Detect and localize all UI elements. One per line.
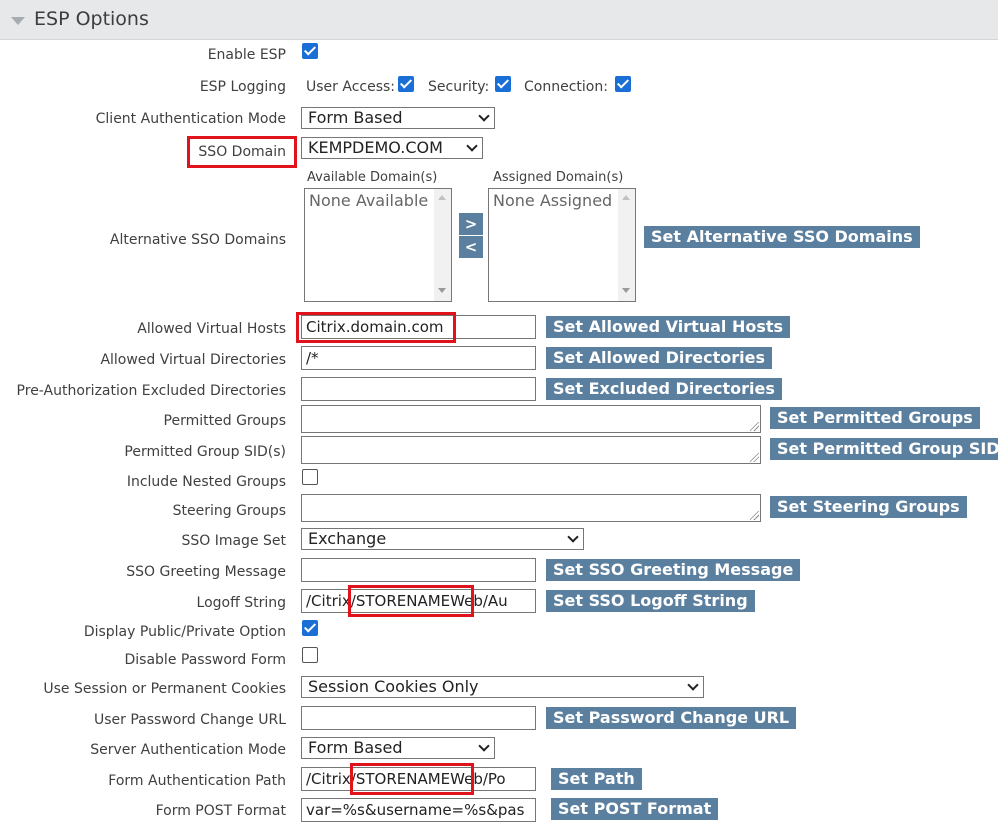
allowed-virtual-hosts-label: Allowed Virtual Hosts xyxy=(137,321,286,337)
sso-domain-value: KEMPDEMO.COM xyxy=(308,138,443,157)
sso-domain-select[interactable]: KEMPDEMO.COM xyxy=(301,137,483,159)
move-right-button[interactable]: > xyxy=(459,213,483,235)
set-path-button[interactable]: Set Path xyxy=(551,768,642,790)
assigned-domains-header: Assigned Domain(s) xyxy=(493,170,624,185)
alt-sso-domains-label: Alternative SSO Domains xyxy=(109,232,286,248)
assigned-domains-scrollbar[interactable] xyxy=(618,189,635,301)
set-permitted-groups-button[interactable]: Set Permitted Groups xyxy=(770,407,980,429)
set-sso-logoff-string-button[interactable]: Set SSO Logoff String xyxy=(546,590,755,612)
preauth-excluded-dirs-input[interactable] xyxy=(301,377,536,401)
set-password-change-url-button[interactable]: Set Password Change URL xyxy=(546,707,797,729)
connection-checkbox[interactable] xyxy=(615,76,631,92)
security-label: Security: xyxy=(428,79,490,95)
set-permitted-group-sids-button[interactable]: Set Permitted Group SIDs xyxy=(770,438,998,460)
esp-options-header[interactable]: ESP Options xyxy=(0,0,998,40)
user-access-label: User Access: xyxy=(306,79,396,95)
virtual-hosts-highlight-box xyxy=(296,312,456,343)
client-auth-mode-select[interactable]: Form Based xyxy=(301,107,495,129)
disable-password-form-label: Disable Password Form xyxy=(124,652,287,668)
scroll-down-icon[interactable] xyxy=(622,288,630,293)
permitted-groups-textarea[interactable] xyxy=(301,405,761,433)
esp-logging-label: ESP Logging xyxy=(199,79,286,95)
steering-groups-textarea[interactable] xyxy=(301,494,761,522)
logoff-storename-highlight-box xyxy=(348,585,474,617)
section-title: ESP Options xyxy=(34,8,149,30)
set-post-format-button[interactable]: Set POST Format xyxy=(551,798,719,820)
client-auth-mode-value: Form Based xyxy=(308,108,403,127)
enable-esp-label: Enable ESP xyxy=(207,47,286,63)
disable-password-form-checkbox[interactable] xyxy=(302,647,318,663)
move-left-button[interactable]: < xyxy=(459,236,483,258)
sso-image-set-value: Exchange xyxy=(308,529,387,548)
user-password-change-url-input[interactable] xyxy=(301,706,536,730)
scroll-down-icon[interactable] xyxy=(438,288,446,293)
available-domains-header: Available Domain(s) xyxy=(307,170,438,185)
resize-grip-icon[interactable] xyxy=(750,453,759,462)
permitted-group-sids-textarea[interactable] xyxy=(301,436,761,464)
sso-domain-highlight-box xyxy=(187,136,297,168)
permitted-groups-label: Permitted Groups xyxy=(163,413,286,429)
user-password-change-url-label: User Password Change URL xyxy=(93,712,286,728)
include-nested-groups-checkbox[interactable] xyxy=(302,469,318,485)
include-nested-groups-label: Include Nested Groups xyxy=(126,474,286,490)
cookies-value: Session Cookies Only xyxy=(308,677,479,696)
chevron-down-icon xyxy=(478,740,490,752)
chevron-down-icon xyxy=(687,679,699,691)
display-public-private-checkbox[interactable] xyxy=(302,620,318,636)
set-allowed-virtual-hosts-button[interactable]: Set Allowed Virtual Hosts xyxy=(546,316,791,338)
connection-label: Connection: xyxy=(524,79,608,95)
client-auth-mode-label: Client Authentication Mode xyxy=(95,111,286,127)
sso-greeting-message-input[interactable] xyxy=(301,558,536,582)
set-steering-groups-button[interactable]: Set Steering Groups xyxy=(770,496,967,518)
set-allowed-directories-button[interactable]: Set Allowed Directories xyxy=(546,347,772,369)
allowed-virtual-directories-label: Allowed Virtual Directories xyxy=(100,352,286,368)
set-sso-greeting-message-button[interactable]: Set SSO Greeting Message xyxy=(546,559,801,581)
server-auth-mode-value: Form Based xyxy=(308,738,403,757)
form-path-storename-highlight-box xyxy=(350,763,474,795)
security-checkbox[interactable] xyxy=(495,76,511,92)
set-excluded-directories-button[interactable]: Set Excluded Directories xyxy=(546,378,782,400)
cookies-select[interactable]: Session Cookies Only xyxy=(301,676,704,698)
chevron-down-icon xyxy=(478,110,490,122)
form-post-format-label: Form POST Format xyxy=(155,803,286,819)
sso-image-set-select[interactable]: Exchange xyxy=(301,528,584,550)
allowed-virtual-directories-input[interactable]: /* xyxy=(301,346,536,370)
logoff-string-label: Logoff String xyxy=(196,595,286,611)
list-item[interactable]: None Assigned xyxy=(493,191,612,210)
set-alt-sso-domains-button[interactable]: Set Alternative SSO Domains xyxy=(644,226,920,248)
chevron-down-icon xyxy=(466,140,478,152)
available-domains-list[interactable]: None Available xyxy=(304,188,452,302)
cookies-label: Use Session or Permanent Cookies xyxy=(43,681,286,697)
sso-image-set-label: SSO Image Set xyxy=(181,533,286,549)
scroll-up-icon[interactable] xyxy=(438,195,446,200)
server-auth-mode-select[interactable]: Form Based xyxy=(301,737,495,759)
sso-greeting-message-label: SSO Greeting Message xyxy=(126,564,286,580)
preauth-excluded-dirs-label: Pre-Authorization Excluded Directories xyxy=(16,383,286,399)
steering-groups-label: Steering Groups xyxy=(172,503,286,519)
server-auth-mode-label: Server Authentication Mode xyxy=(90,742,286,758)
collapse-triangle-icon[interactable] xyxy=(11,17,25,25)
chevron-down-icon xyxy=(567,531,579,543)
enable-esp-checkbox[interactable] xyxy=(302,43,318,59)
available-domains-scrollbar[interactable] xyxy=(434,189,451,301)
form-post-format-input[interactable]: var=%s&username=%s&pas xyxy=(301,798,536,822)
resize-grip-icon[interactable] xyxy=(750,511,759,520)
list-item[interactable]: None Available xyxy=(309,191,428,210)
display-public-private-label: Display Public/Private Option xyxy=(83,624,286,640)
user-access-checkbox[interactable] xyxy=(398,76,414,92)
form-auth-path-label: Form Authentication Path xyxy=(108,773,286,789)
permitted-group-sids-label: Permitted Group SID(s) xyxy=(124,444,286,460)
scroll-up-icon[interactable] xyxy=(622,195,630,200)
resize-grip-icon[interactable] xyxy=(750,422,759,431)
assigned-domains-list[interactable]: None Assigned xyxy=(488,188,636,302)
